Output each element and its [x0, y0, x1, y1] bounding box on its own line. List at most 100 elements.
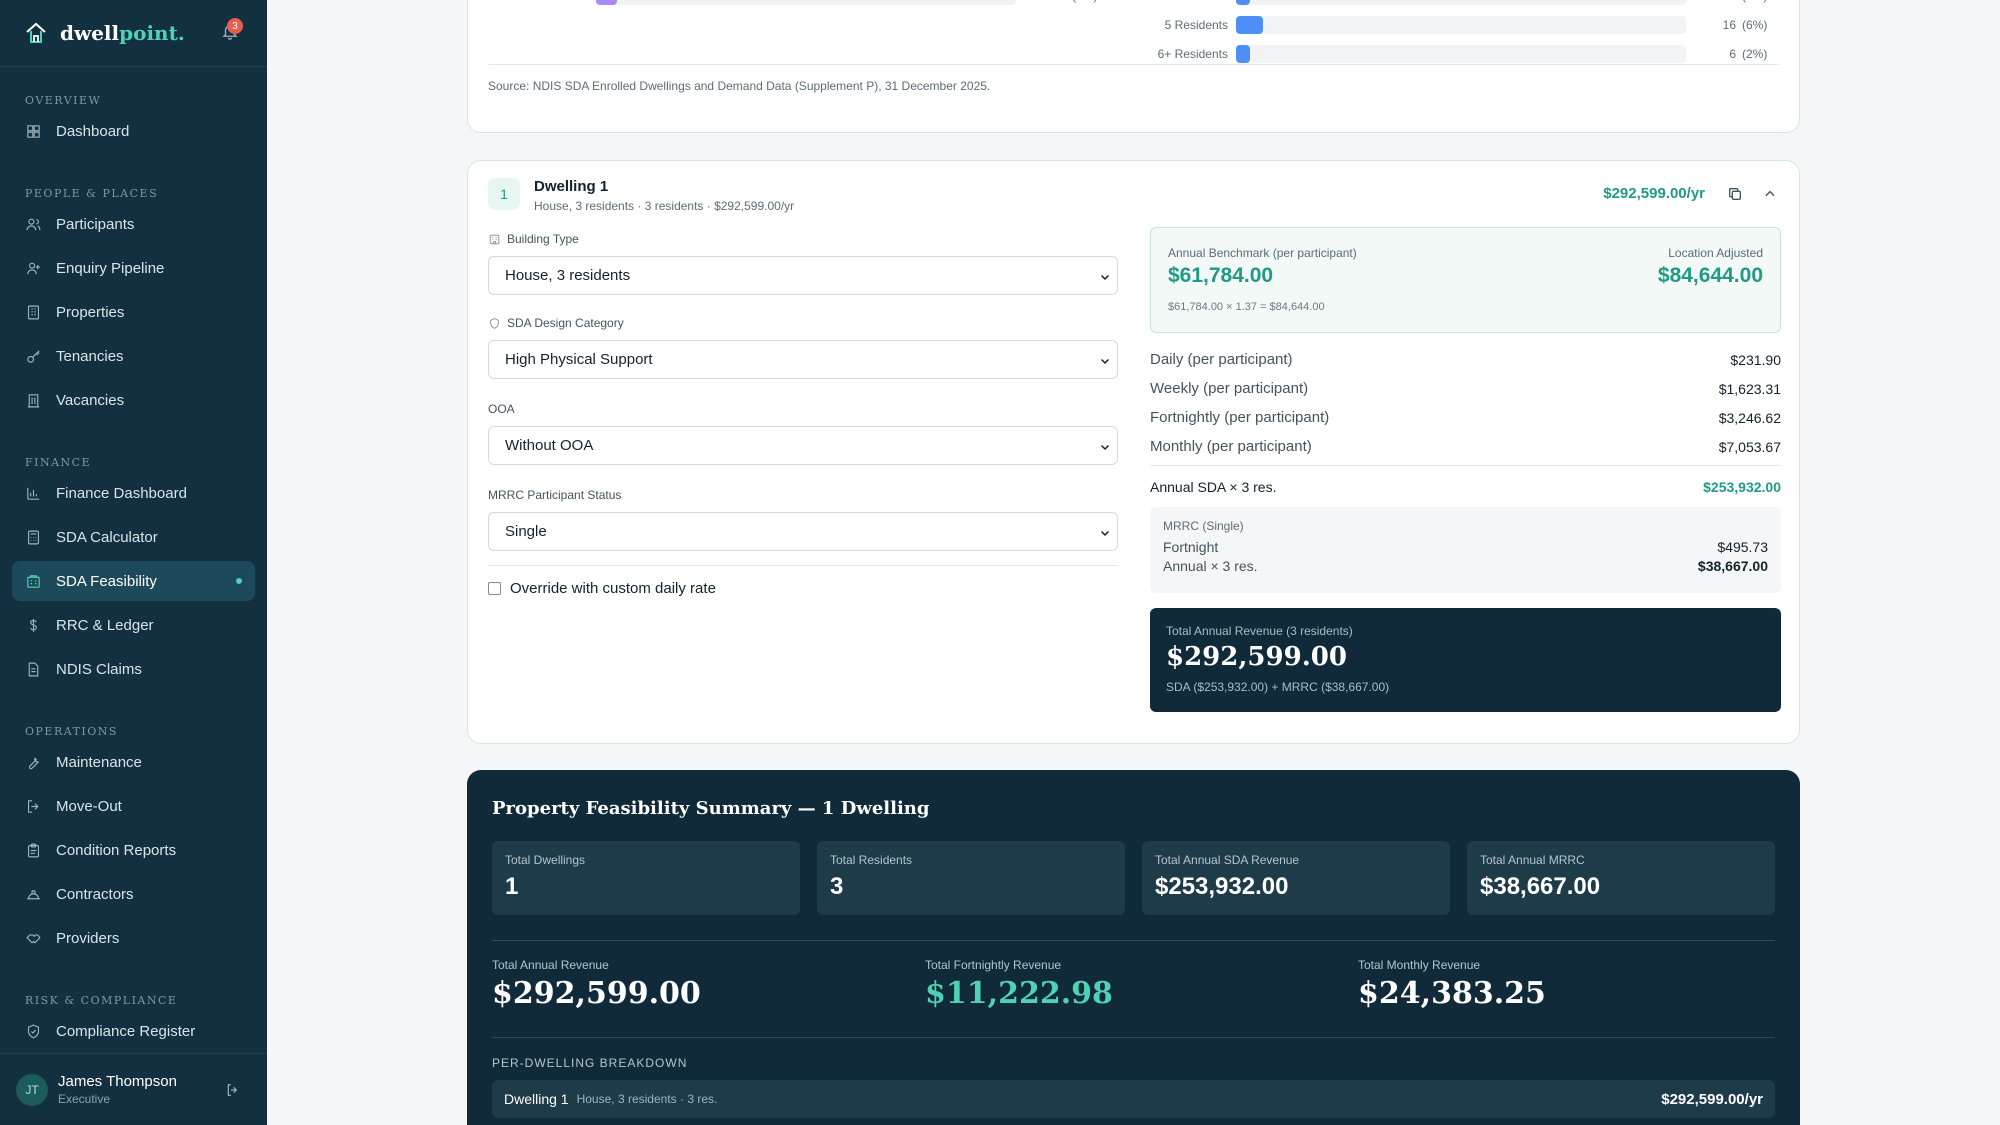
breakdown-heading: Per-Dwelling Breakdown [492, 1056, 688, 1070]
sidebar-item-label: Properties [56, 303, 125, 321]
benchmark-formula: $61,784.00 × 1.37 = $84,644.00 [1168, 301, 1325, 313]
notification-badge: 3 [227, 18, 243, 34]
total-monthly-revenue: Total Monthly Revenue $24,383.25 [1358, 958, 1546, 1011]
total-annual-revenue: Total Annual Revenue $292,599.00 [492, 958, 701, 1011]
annual-sda-row: Annual SDA × 3 res. $253,932.00 [1150, 465, 1781, 501]
distribution-percent: (5%) [1072, 0, 1097, 3]
users-icon [26, 218, 41, 230]
sidebar-item-label: SDA Calculator [56, 528, 158, 546]
sidebar-item-rrc-and-ledger[interactable]: RRC & Ledger [12, 605, 255, 645]
sidebar-item-label: Maintenance [56, 753, 142, 771]
avatar[interactable]: JT [16, 1073, 48, 1106]
sidebar-item-ndis-claims[interactable]: NDIS Claims [12, 649, 255, 689]
sidebar-item-sda-calculator[interactable]: SDA Calculator [12, 517, 255, 557]
design-category-label: SDA Design Category [488, 315, 1118, 331]
ooa-select[interactable]: Without OOA [488, 426, 1118, 465]
nav-heading: Overview [25, 94, 102, 107]
sidebar-item-condition-reports[interactable]: Condition Reports [12, 830, 255, 870]
brand-name[interactable]: dwellpoint. [60, 21, 185, 45]
distribution-count: 6 [1729, 47, 1736, 61]
distribution-bar-track [1236, 45, 1686, 63]
chevron-up-icon[interactable] [1763, 187, 1777, 201]
nav-heading: Operations [25, 725, 118, 738]
building-type-select[interactable]: House, 3 residents [488, 256, 1118, 295]
main-content: Residential 11 (5%) 4 Residents 5 (2%) 5 Resid… [267, 0, 2000, 1125]
bar-chart-icon [27, 487, 40, 500]
location-adjusted-value: $84,644.00 [1657, 264, 1763, 287]
sidebar-item-label: Finance Dashboard [56, 484, 187, 502]
rate-row: Daily (per participant) $231.90 [1150, 351, 1781, 368]
sidebar-item-properties[interactable]: Properties [12, 292, 255, 332]
sidebar-item-move-out[interactable]: Move-Out [12, 786, 255, 826]
sidebar: dwellpoint. 3 Overview Dashboard People & … [0, 0, 267, 1125]
dwelling-form: Building Type House, 3 residents SDA Des… [488, 231, 1118, 597]
sidebar-item-compliance-register[interactable]: Compliance Register [12, 1011, 255, 1051]
sidebar-item-label: Tenancies [56, 347, 124, 365]
distribution-label: 5 Residents [1164, 18, 1228, 32]
logout-icon[interactable] [225, 1082, 241, 1098]
grid-icon [27, 124, 40, 138]
sidebar-item-providers[interactable]: Providers [12, 918, 255, 958]
distribution-bar [596, 0, 617, 5]
user-name: James Thompson [58, 1073, 177, 1090]
dwelling-distribution-card: Residential 11 (5%) 4 Residents 5 (2%) 5 Resid… [467, 0, 1800, 133]
wrench-icon [28, 756, 39, 769]
exit-icon [27, 799, 39, 813]
rate-row: Fortnightly (per participant) $3,246.62 [1150, 409, 1781, 426]
sidebar-item-tenancies[interactable]: Tenancies [12, 336, 255, 376]
sidebar-item-sda-feasibility[interactable]: SDA Feasibility [12, 561, 255, 601]
sidebar-item-label: Contractors [56, 885, 134, 903]
dollar-icon [30, 618, 37, 632]
location-adjusted-label: Location Adjusted [1668, 246, 1763, 260]
distribution-label: Residential [508, 0, 588, 3]
copy-icon[interactable] [1727, 186, 1743, 202]
distribution-row: Residential 11 (5%) [508, 0, 1097, 5]
brand-header: dwellpoint. 3 [0, 0, 267, 67]
summary-stat-total-annual-mrrc: Total Annual MRRC $38,667.00 [1467, 841, 1775, 915]
override-rate-option[interactable]: Override with custom daily rate [488, 580, 1118, 597]
sidebar-item-finance-dashboard[interactable]: Finance Dashboard [12, 473, 255, 513]
user-plus-icon [27, 262, 40, 274]
nav-heading: Risk & Compliance [25, 994, 178, 1007]
distribution-bar-track [1236, 0, 1686, 5]
benchmark-value: $61,784.00 [1168, 264, 1274, 287]
sidebar-item-label: Move-Out [56, 797, 122, 815]
override-rate-checkbox[interactable] [488, 582, 501, 595]
user-panel: JT James Thompson Executive [0, 1053, 267, 1125]
sidebar-item-vacancies[interactable]: Vacancies [12, 380, 255, 420]
total-fortnightly-revenue: Total Fortnightly Revenue $11,222.98 [925, 958, 1113, 1011]
sidebar-item-dashboard[interactable]: Dashboard [12, 111, 255, 151]
mrrc-status-label: MRRC Participant Status [488, 488, 622, 502]
key-icon [27, 349, 40, 363]
sidebar-item-participants[interactable]: Participants [12, 204, 255, 244]
chevron-down-icon [1100, 358, 1110, 365]
sidebar-item-enquiry-pipeline[interactable]: Enquiry Pipeline [12, 248, 255, 288]
handshake-icon [26, 933, 41, 944]
calculator-icon [27, 530, 40, 544]
total-revenue-box: Total Annual Revenue (3 residents) $292,… [1150, 608, 1781, 712]
distribution-percent: (2%) [1742, 47, 1768, 61]
sidebar-item-contractors[interactable]: Contractors [12, 874, 255, 914]
source-note: Source: NDIS SDA Enrolled Dwellings and … [488, 64, 1779, 93]
summary-stat-total-annual-sda-revenue: Total Annual SDA Revenue $253,932.00 [1142, 841, 1450, 915]
sidebar-item-label: Condition Reports [56, 841, 177, 859]
house-logo-icon [26, 22, 46, 43]
distribution-label: 4 Residents [1108, 0, 1228, 3]
distribution-percent: (6%) [1742, 18, 1768, 32]
sidebar-item-label: SDA Feasibility [56, 572, 157, 590]
mrrc-status-select[interactable]: Single [488, 512, 1118, 551]
rate-row: Monthly (per participant) $7,053.67 [1150, 438, 1781, 455]
sidebar-item-label: Vacancies [56, 391, 125, 409]
clipboard-icon [27, 843, 40, 857]
user-role: Executive [58, 1092, 111, 1106]
benchmark-box: Annual Benchmark (per participant) $61,7… [1150, 227, 1781, 333]
sidebar-item-label: NDIS Claims [56, 660, 142, 678]
sidebar-item-maintenance[interactable]: Maintenance [12, 742, 255, 782]
feasibility-summary-card: Property Feasibility Summary — 1 Dwellin… [467, 770, 1800, 1125]
rate-calculation: Annual Benchmark (per participant) $61,7… [1150, 227, 1781, 712]
dwelling-number: 1 [488, 178, 520, 210]
design-category-select[interactable]: High Physical Support [488, 340, 1118, 379]
summary-divider [492, 940, 1775, 941]
summary-stat-total-residents: Total Residents 3 [817, 841, 1125, 915]
building-icon [489, 234, 500, 244]
